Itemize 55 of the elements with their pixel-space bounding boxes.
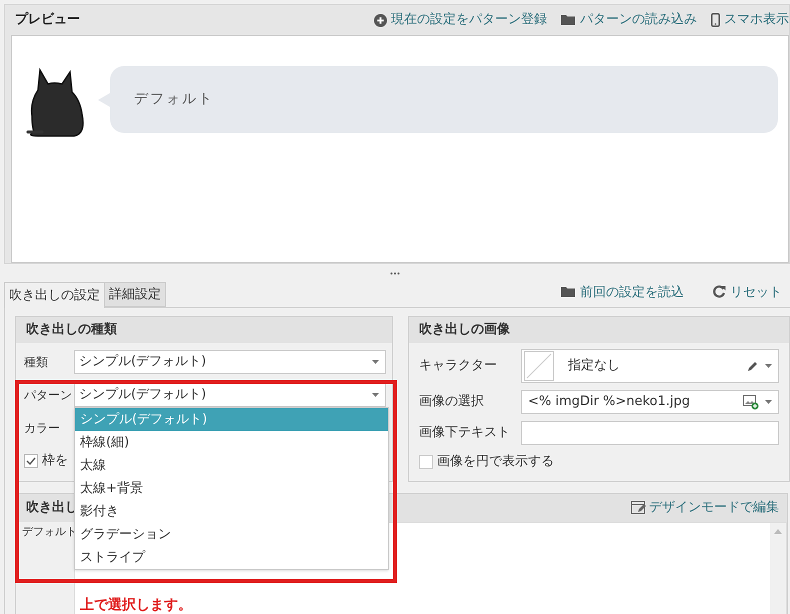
- field-label: 画像の選択: [419, 393, 485, 412]
- field-label: 画像下テキスト: [419, 424, 511, 442]
- caret-icon: [765, 364, 772, 368]
- field-label: 種類: [24, 354, 49, 371]
- design-mode-link[interactable]: デザインモードで編集: [631, 498, 779, 518]
- caret-icon: [372, 393, 379, 397]
- folder-icon: [561, 14, 576, 26]
- panel-title: 吹き出しの種類: [26, 321, 117, 340]
- field-label: パターン: [24, 387, 73, 404]
- action-link[interactable]: リセット: [712, 282, 782, 302]
- select-value: <% imgDir %>neko1.jpg: [528, 393, 692, 412]
- edit-window-icon: [631, 501, 647, 515]
- field-label: デフォルト: [21, 524, 74, 540]
- splitter-handle[interactable]: [390, 272, 400, 274]
- dropdown-option[interactable]: グラデーション: [75, 523, 388, 546]
- field-label: キャラクター: [419, 357, 498, 376]
- select-value: 指定なし: [568, 357, 621, 376]
- dropdown-option[interactable]: ストライプ: [75, 546, 388, 569]
- text-input-field[interactable]: [521, 421, 779, 445]
- checkbox-label: 枠を: [42, 452, 68, 470]
- dropdown-option[interactable]: 太線: [75, 454, 388, 477]
- checkbox-label: 画像を円で表示する: [437, 453, 554, 471]
- scroll-up-icon[interactable]: [774, 529, 782, 534]
- phone-icon: [711, 13, 720, 27]
- dropdown-option[interactable]: 枠線(細): [75, 431, 388, 454]
- caret-icon: [372, 360, 379, 364]
- panel-title: 吹き出しの画像: [419, 321, 510, 340]
- dropdown-option[interactable]: 影付き: [75, 500, 388, 523]
- pencil-icon: [747, 360, 759, 372]
- scrollbar[interactable]: [770, 523, 786, 614]
- select-field[interactable]: シンプル(デフォルト): [74, 350, 386, 374]
- bubble-text: デフォルト: [134, 90, 214, 109]
- image-add-icon: [743, 394, 759, 410]
- image-select[interactable]: <% imgDir %>neko1.jpg: [521, 390, 779, 414]
- refresh-icon: [712, 285, 726, 300]
- action-link[interactable]: スマホ表示: [711, 10, 789, 30]
- caret-icon: [765, 400, 772, 404]
- select-value: シンプル(デフォルト): [79, 386, 206, 404]
- checkbox[interactable]: [419, 454, 433, 469]
- panel-title: プレビュー: [15, 10, 80, 30]
- action-link[interactable]: 現在の設定をパターン登録: [374, 10, 547, 30]
- character-select[interactable]: 指定なし: [521, 349, 779, 383]
- field-label: カラー: [24, 420, 61, 437]
- tab[interactable]: 吹き出しの設定: [4, 282, 105, 308]
- select-field[interactable]: シンプル(デフォルト): [74, 383, 386, 407]
- image-placeholder-icon: [524, 351, 554, 381]
- action-link[interactable]: 前回の設定を読込: [561, 282, 684, 302]
- tab[interactable]: 詳細設定: [105, 282, 166, 307]
- dropdown-option[interactable]: 太線+背景: [75, 477, 388, 500]
- editor-text: 上で選択します。: [80, 596, 192, 614]
- checkbox[interactable]: [24, 454, 38, 468]
- plus-circle-icon: [374, 14, 387, 26]
- select-value: シンプル(デフォルト): [79, 353, 206, 372]
- folder-icon: [561, 286, 576, 298]
- action-link[interactable]: パターンの読み込み: [561, 10, 697, 30]
